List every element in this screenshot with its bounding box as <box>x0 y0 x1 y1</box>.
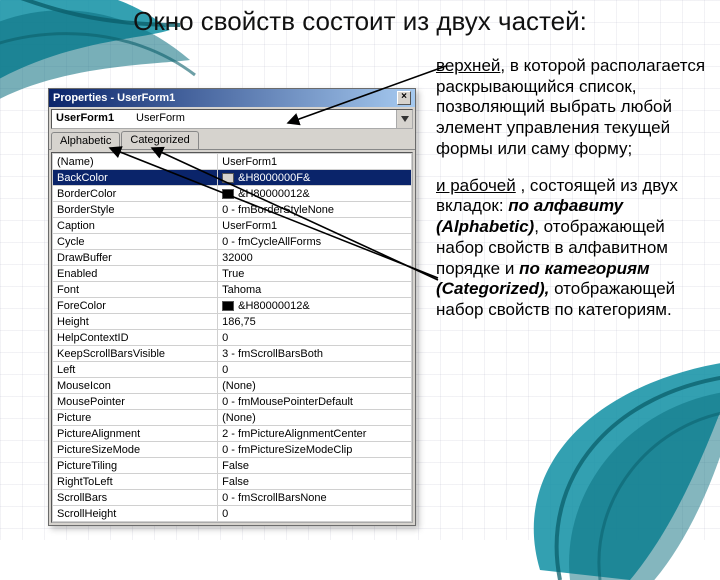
property-name: PictureSizeMode <box>53 442 218 458</box>
property-value[interactable]: False <box>218 458 412 474</box>
property-name: DrawBuffer <box>53 250 218 266</box>
tab-alphabetic[interactable]: Alphabetic <box>51 132 120 150</box>
property-value[interactable]: 0 <box>218 506 412 522</box>
property-value[interactable]: &H8000000F& <box>218 170 412 186</box>
object-name: UserForm1 <box>52 110 132 128</box>
property-name: MousePointer <box>53 394 218 410</box>
property-value[interactable]: 2 - fmPictureAlignmentCenter <box>218 426 412 442</box>
property-name: PictureAlignment <box>53 426 218 442</box>
page-title: Окно свойств состоит из двух частей: <box>133 6 587 37</box>
property-row[interactable]: CaptionUserForm1 <box>53 218 412 234</box>
underline-work: и рабочей <box>436 176 516 195</box>
property-row[interactable]: ForeColor&H80000012& <box>53 298 412 314</box>
property-value[interactable]: 0 - fmPictureSizeModeClip <box>218 442 412 458</box>
property-row[interactable]: MousePointer0 - fmMousePointerDefault <box>53 394 412 410</box>
tab-categorized[interactable]: Categorized <box>121 131 198 149</box>
color-chip <box>222 173 234 183</box>
property-value[interactable]: 3 - fmScrollBarsBoth <box>218 346 412 362</box>
property-value[interactable]: 0 - fmCycleAllForms <box>218 234 412 250</box>
property-name: PictureTiling <box>53 458 218 474</box>
property-row[interactable]: KeepScrollBarsVisible3 - fmScrollBarsBot… <box>53 346 412 362</box>
object-type: UserForm <box>132 110 396 128</box>
property-value[interactable]: 0 <box>218 362 412 378</box>
close-button[interactable]: × <box>397 91 411 105</box>
property-row[interactable]: RightToLeftFalse <box>53 474 412 490</box>
property-row[interactable]: Left0 <box>53 362 412 378</box>
property-name: ForeColor <box>53 298 218 314</box>
property-name: Cycle <box>53 234 218 250</box>
property-name: Enabled <box>53 266 218 282</box>
color-chip <box>222 189 234 199</box>
property-value[interactable]: (None) <box>218 410 412 426</box>
property-name: Picture <box>53 410 218 426</box>
property-row[interactable]: Picture(None) <box>53 410 412 426</box>
property-value[interactable]: &H80000012& <box>218 186 412 202</box>
property-row[interactable]: EnabledTrue <box>53 266 412 282</box>
property-name: Height <box>53 314 218 330</box>
property-row[interactable]: ScrollBars0 - fmScrollBarsNone <box>53 490 412 506</box>
property-name: (Name) <box>53 154 218 170</box>
property-name: HelpContextID <box>53 330 218 346</box>
property-row[interactable]: PictureAlignment2 - fmPictureAlignmentCe… <box>53 426 412 442</box>
property-tabs: Alphabetic Categorized <box>49 131 415 150</box>
description-para-2: и рабочей , состоящей из двух вкладок: п… <box>436 176 706 321</box>
object-selector[interactable]: UserForm1 UserForm <box>51 109 413 129</box>
property-row[interactable]: PictureTilingFalse <box>53 458 412 474</box>
property-value[interactable]: (None) <box>218 378 412 394</box>
description-column: верхней, в которой располагается раскрыв… <box>436 56 706 337</box>
property-row[interactable]: HelpContextID0 <box>53 330 412 346</box>
property-row[interactable]: Cycle0 - fmCycleAllForms <box>53 234 412 250</box>
chevron-down-icon[interactable] <box>396 110 412 128</box>
property-name: BorderStyle <box>53 202 218 218</box>
property-name: Caption <box>53 218 218 234</box>
titlebar[interactable]: Properties - UserForm1 × <box>49 89 415 107</box>
property-name: ScrollHeight <box>53 506 218 522</box>
decorative-swoosh-bottom <box>510 340 720 580</box>
property-name: RightToLeft <box>53 474 218 490</box>
property-value[interactable]: Tahoma <box>218 282 412 298</box>
property-name: BackColor <box>53 170 218 186</box>
property-name: Left <box>53 362 218 378</box>
property-value[interactable]: 0 - fmScrollBarsNone <box>218 490 412 506</box>
property-name: MouseIcon <box>53 378 218 394</box>
property-row[interactable]: BackColor&H8000000F& <box>53 170 412 186</box>
properties-window: Properties - UserForm1 × UserForm1 UserF… <box>48 88 416 526</box>
property-name: Font <box>53 282 218 298</box>
property-value[interactable]: &H80000012& <box>218 298 412 314</box>
property-value[interactable]: 0 - fmMousePointerDefault <box>218 394 412 410</box>
property-row[interactable]: DrawBuffer32000 <box>53 250 412 266</box>
property-value[interactable]: False <box>218 474 412 490</box>
property-value[interactable]: UserForm1 <box>218 218 412 234</box>
property-value[interactable]: 0 <box>218 330 412 346</box>
underline-top: верхней <box>436 56 500 75</box>
color-chip <box>222 301 234 311</box>
description-para-1: верхней, в которой располагается раскрыв… <box>436 56 706 160</box>
property-row[interactable]: FontTahoma <box>53 282 412 298</box>
property-value[interactable]: True <box>218 266 412 282</box>
property-row[interactable]: (Name)UserForm1 <box>53 154 412 170</box>
property-value[interactable]: 32000 <box>218 250 412 266</box>
property-value[interactable]: 0 - fmBorderStyleNone <box>218 202 412 218</box>
property-value[interactable]: UserForm1 <box>218 154 412 170</box>
window-title: Properties - UserForm1 <box>53 92 175 104</box>
property-grid[interactable]: (Name)UserForm1BackColor&H8000000F&Borde… <box>51 152 413 523</box>
property-name: ScrollBars <box>53 490 218 506</box>
property-row[interactable]: PictureSizeMode0 - fmPictureSizeModeClip <box>53 442 412 458</box>
property-row[interactable]: Height186,75 <box>53 314 412 330</box>
property-row[interactable]: ScrollHeight0 <box>53 506 412 522</box>
property-row[interactable]: MouseIcon(None) <box>53 378 412 394</box>
property-row[interactable]: BorderColor&H80000012& <box>53 186 412 202</box>
property-value[interactable]: 186,75 <box>218 314 412 330</box>
property-name: KeepScrollBarsVisible <box>53 346 218 362</box>
property-row[interactable]: BorderStyle0 - fmBorderStyleNone <box>53 202 412 218</box>
property-name: BorderColor <box>53 186 218 202</box>
